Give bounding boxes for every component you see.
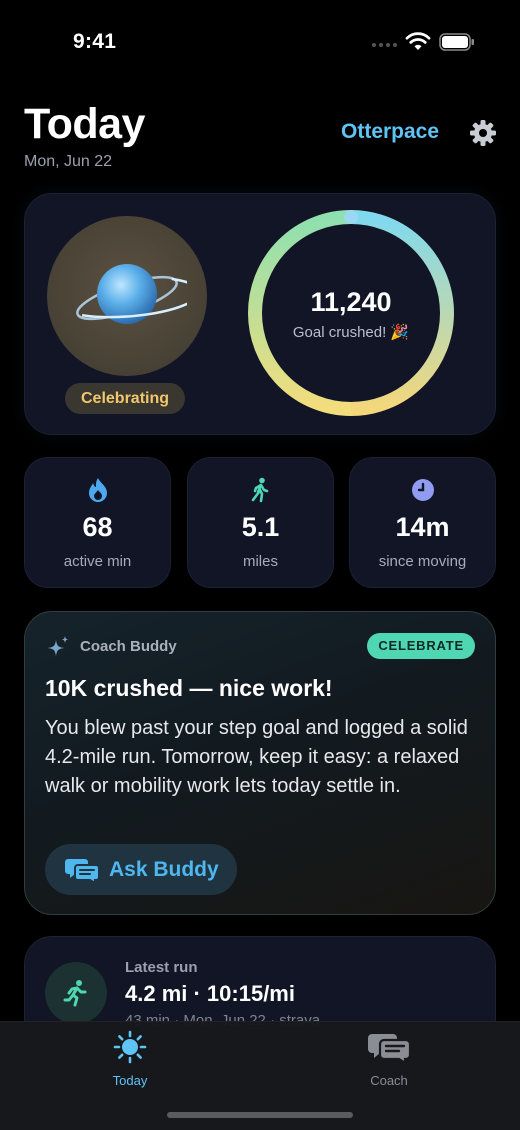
chat-bubbles-icon	[368, 1034, 412, 1066]
stat-label: since moving	[378, 553, 467, 570]
clock-icon	[411, 479, 434, 501]
stat-value: 68	[82, 512, 113, 542]
stat-value: 5.1	[241, 512, 280, 542]
ask-buddy-button[interactable]: Ask Buddy	[45, 844, 237, 895]
flame-icon	[88, 478, 107, 502]
sparkles-icon	[48, 636, 68, 656]
stat-card-miles[interactable]: 5.1 miles	[187, 457, 334, 588]
sun-icon	[113, 1030, 147, 1064]
tab-today[interactable]: Today	[70, 1030, 190, 1088]
stat-card-active-minutes[interactable]: 68 active min	[24, 457, 171, 588]
mood-badge: Celebrating	[65, 383, 186, 414]
progress-card: Celebrating 11,240 Goal crushed! 🎉	[24, 193, 496, 435]
coach-message: You blew past your step goal and logged …	[45, 717, 468, 797]
status-badge: CELEBRATE	[367, 633, 475, 659]
cellular-signal-icon	[372, 43, 397, 47]
ask-buddy-label: Ask Buddy	[109, 857, 219, 881]
chat-bubbles-icon	[65, 858, 99, 883]
stat-label: miles	[242, 553, 278, 570]
stat-label: active min	[63, 553, 132, 570]
stat-card-since-moving[interactable]: 14m since moving	[349, 457, 496, 588]
tab-label: Coach	[370, 1073, 408, 1088]
wifi-icon	[405, 32, 431, 50]
step-count: 11,240	[310, 287, 392, 317]
tab-label: Today	[112, 1073, 148, 1088]
coach-name: Coach Buddy	[80, 638, 177, 655]
tab-coach[interactable]: Coach	[329, 1030, 449, 1088]
brand-link[interactable]: Otterpace	[341, 120, 439, 144]
page-title: Today	[24, 100, 145, 148]
coach-card: Coach Buddy CELEBRATE 10K crushed — nice…	[24, 611, 496, 915]
page-date: Mon, Jun 22	[24, 153, 113, 170]
gear-icon[interactable]	[468, 118, 498, 148]
battery-icon	[439, 33, 474, 51]
home-indicator[interactable]	[167, 1112, 353, 1118]
status-bar: 9:41	[0, 0, 520, 80]
stat-value: 14m	[395, 512, 450, 542]
mascot-avatar[interactable]	[47, 216, 207, 376]
latest-run-kicker: Latest run	[125, 959, 198, 976]
run-icon-badge	[45, 962, 107, 1024]
step-goal-caption: Goal crushed! 🎉	[292, 324, 410, 341]
running-icon	[63, 980, 87, 1007]
walking-icon	[251, 477, 268, 503]
latest-run-summary: 4.2 mi · 10:15/mi	[125, 981, 295, 1006]
planet-icon	[76, 264, 187, 324]
status-time: 9:41	[73, 30, 117, 53]
coach-headline: 10K crushed — nice work!	[45, 675, 333, 701]
